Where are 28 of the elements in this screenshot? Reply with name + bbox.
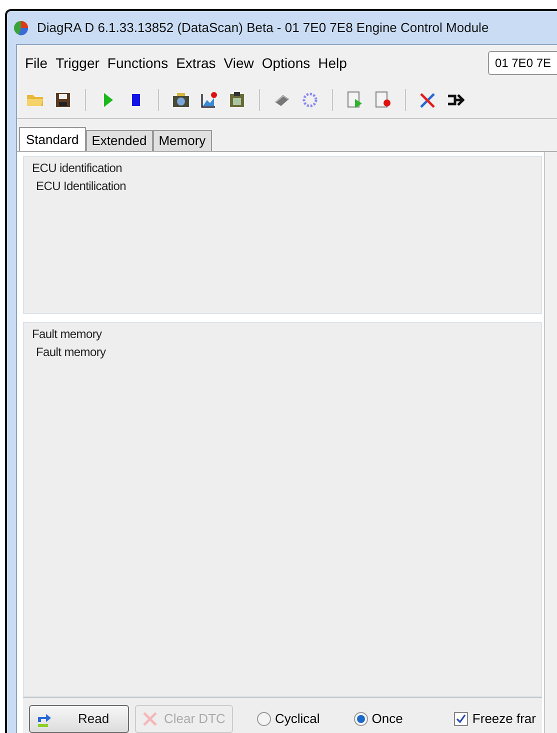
group-title: ECU identification (32, 160, 123, 177)
mode-radio[interactable]: Once (354, 708, 403, 728)
freeze-frame-checkbox[interactable]: Freeze frar (454, 708, 536, 728)
radio-label: Cyclical (275, 710, 320, 728)
menu-item[interactable]: Trigger (56, 52, 100, 74)
tab[interactable]: Standard (19, 127, 86, 151)
cross-icon (142, 710, 158, 726)
mode-radio[interactable]: Cyclical (257, 708, 320, 728)
window-title: DiagRA D 6.1.33.13852 (DataScan) Beta - 01 7E0 7E8 Engine Control Module (37, 18, 489, 37)
group-title: Fault memory (32, 326, 103, 343)
group-content: ECU Identilication (35, 178, 127, 195)
tab[interactable]: Memory (152, 130, 212, 151)
app-logo-icon (13, 20, 29, 36)
read-button[interactable]: Read (29, 704, 129, 732)
radio-label: Once (372, 710, 403, 728)
menu-item[interactable]: File (25, 52, 48, 74)
chart-icon[interactable] (199, 90, 219, 110)
menu-item[interactable]: View (224, 52, 254, 74)
document-record-icon[interactable] (373, 90, 393, 110)
menu-item[interactable]: Extras (176, 52, 216, 74)
menu-item[interactable]: Functions (107, 52, 168, 74)
tab[interactable]: Extended (86, 130, 153, 151)
checkbox-label: Freeze frar (472, 710, 536, 728)
clipboard-icon[interactable] (227, 90, 247, 110)
group-content: Fault memory (35, 344, 107, 361)
menu-item[interactable]: Options (262, 52, 310, 74)
menu-item[interactable]: Help (318, 52, 347, 74)
ecu-selector[interactable]: 01 7E0 7E (488, 51, 557, 75)
